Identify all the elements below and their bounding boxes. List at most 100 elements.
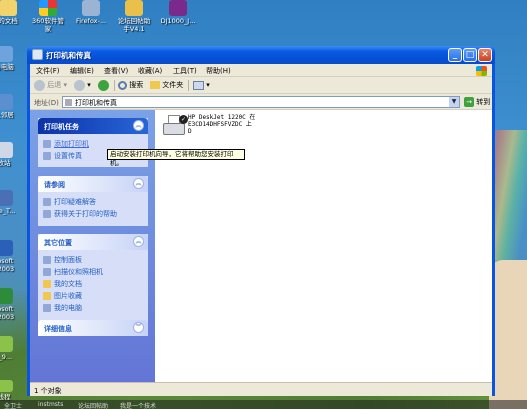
desktop-icon-firefox[interactable]: Firefox-... (73, 0, 109, 25)
menu-edit[interactable]: 编辑(E) (70, 66, 94, 76)
see-also-panel: 请参阅 ︽ 打印疑难解答 获得关于打印的帮助 (38, 176, 148, 226)
archive-icon (169, 0, 187, 16)
desktop-icon-dj1000[interactable]: DJ1000_J... (160, 0, 196, 25)
my-computer-link[interactable]: 我的电脑 (38, 302, 148, 314)
control-panel-link[interactable]: 控制面板 (38, 254, 148, 266)
app-grid-icon (39, 0, 57, 16)
my-documents-link[interactable]: 我的文档 (38, 278, 148, 290)
print-troubleshooter-link[interactable]: 打印疑难解答 (38, 196, 148, 208)
address-dropdown-button[interactable]: ▼ (449, 97, 459, 107)
printer-item-icon[interactable]: ✓ (161, 115, 188, 137)
printer-tasks-header[interactable]: 打印机任务 ︽ (38, 118, 148, 134)
toolbar-separator (188, 80, 189, 91)
add-printer-tooltip: 启动安装打印机向导，它将帮助您安装打印机。 (107, 149, 245, 167)
printer-body (163, 123, 185, 135)
add-printer-icon (43, 140, 51, 148)
desktop-icon-thread[interactable]: 线程 (0, 380, 22, 401)
folder-icon (43, 280, 51, 288)
printers-and-faxes-window: 打印机和传真 _ □ ✕ 文件(F) 编辑(E) 查看(V) 收藏(A) 工具(… (27, 46, 495, 396)
up-arrow-icon (98, 79, 109, 91)
desktop-icon-excel-2003[interactable]: rosoft l 2003 (0, 288, 22, 321)
menu-file[interactable]: 文件(F) (36, 66, 60, 76)
details-panel: 详细信息 ︾ (38, 320, 148, 336)
up-folder-button[interactable] (98, 79, 109, 92)
toolbar: 后退 ▾ ▾ 搜索 文件夹 ▾ (30, 77, 492, 94)
collapse-chevron-icon[interactable]: ︽ (133, 178, 144, 189)
default-printer-check-icon: ✓ (179, 115, 188, 124)
recycle-bin-icon (0, 142, 13, 158)
menu-help[interactable]: 帮助(H) (206, 66, 231, 76)
taskbar-item[interactable]: instmsts (38, 401, 63, 408)
taskbar: 全卫士 instmsts 论坛回帖助 我是一个技术 (0, 400, 527, 409)
folder-icon (0, 0, 17, 16)
go-button[interactable]: → 转到 (464, 97, 490, 107)
menu-bar: 文件(F) 编辑(E) 查看(V) 收藏(A) 工具(T) 帮助(H) (30, 64, 492, 77)
title-bar[interactable]: 打印机和传真 _ □ ✕ (27, 46, 495, 64)
scanners-cameras-link[interactable]: 扫描仪和照相机 (38, 266, 148, 278)
address-label: 地址(D) (34, 99, 59, 107)
folder-icon (125, 0, 143, 16)
menu-tools[interactable]: 工具(T) (173, 66, 197, 76)
control-panel-icon (43, 256, 51, 264)
desktop-icon-network[interactable]: 上邻居 (0, 94, 22, 119)
printer-folder-icon (65, 99, 72, 106)
printer-folder-icon (32, 49, 43, 60)
printer-item-label[interactable]: HP DeskJet 1220C 在 E3CD14DHFSFVZDC 上 D (188, 114, 258, 135)
minimize-button[interactable]: _ (448, 48, 462, 62)
computer-icon (0, 46, 13, 62)
computer-icon (43, 304, 51, 312)
address-input[interactable]: 打印机和传真 ▼ (62, 96, 460, 108)
browser-icon (82, 0, 100, 16)
other-places-panel: 其它位置 ︽ 控制面板 扫描仪和照相机 我的文档 图片收藏 我的电脑 (38, 234, 148, 320)
see-also-header[interactable]: 请参阅 ︽ (38, 176, 148, 192)
menu-view[interactable]: 查看(V) (104, 66, 128, 76)
my-pictures-link[interactable]: 图片收藏 (38, 290, 148, 302)
collapse-chevron-icon[interactable]: ︽ (133, 120, 144, 131)
address-bar: 地址(D) 打印机和传真 ▼ → 转到 (30, 94, 492, 110)
close-button[interactable]: ✕ (478, 48, 492, 62)
views-button[interactable]: ▾ (193, 79, 210, 92)
expand-chevron-icon[interactable]: ︾ (133, 322, 144, 333)
desktop-icon-course[interactable]: rse_T... (0, 190, 22, 215)
status-object-count: 1 个对象 (34, 387, 62, 395)
taskbar-item[interactable]: 全卫士 (4, 401, 22, 409)
toolbar-separator (114, 80, 115, 91)
fax-icon (43, 152, 51, 160)
window-title: 打印机和传真 (46, 51, 91, 60)
windows-logo-icon (476, 66, 487, 76)
go-arrow-icon: → (464, 97, 474, 107)
pictures-folder-icon (43, 292, 51, 300)
back-arrow-icon (34, 79, 45, 91)
status-bar: 1 个对象 (30, 382, 492, 396)
collapse-chevron-icon[interactable]: ︽ (133, 236, 144, 247)
app-icon (0, 190, 13, 206)
desktop-icon-word-2003[interactable]: rosoft l 2003 (0, 240, 22, 273)
other-places-header[interactable]: 其它位置 ︽ (38, 234, 148, 250)
scanner-icon (43, 268, 51, 276)
excel-icon (0, 288, 13, 304)
back-button[interactable]: 后退 ▾ (34, 79, 67, 92)
printing-help-link[interactable]: 获得关于打印的帮助 (38, 208, 148, 220)
help-icon (43, 198, 51, 206)
forward-arrow-icon (74, 79, 85, 91)
word-icon (0, 240, 13, 256)
menu-favorites[interactable]: 收藏(A) (138, 66, 162, 76)
details-header[interactable]: 详细信息 ︾ (38, 320, 148, 336)
views-icon (193, 80, 204, 90)
taskbar-item[interactable]: 论坛回帖助 (78, 401, 108, 409)
app-icon (0, 336, 13, 352)
search-button[interactable]: 搜索 (118, 79, 143, 92)
desktop-icon-my-computer[interactable]: 的电脑 (0, 46, 22, 71)
folder-icon (150, 81, 160, 89)
app-icon (0, 380, 13, 392)
desktop-icon-my-documents[interactable]: 的文档 (0, 0, 26, 25)
desktop-icon-recycle-bin[interactable]: 收站 (0, 142, 22, 167)
desktop-icon-r9[interactable]: r_9... (0, 336, 22, 361)
forward-button[interactable]: ▾ (74, 79, 91, 92)
desktop-icon-forum-helper[interactable]: 论坛回帖助手V4.1 (116, 0, 152, 33)
folders-button[interactable]: 文件夹 (150, 79, 183, 92)
desktop-icon-360-manager[interactable]: 360软件管家 (30, 0, 66, 33)
maximize-button[interactable]: □ (463, 48, 477, 62)
taskbar-item[interactable]: 我是一个技术 (120, 401, 156, 409)
search-icon (118, 80, 127, 90)
